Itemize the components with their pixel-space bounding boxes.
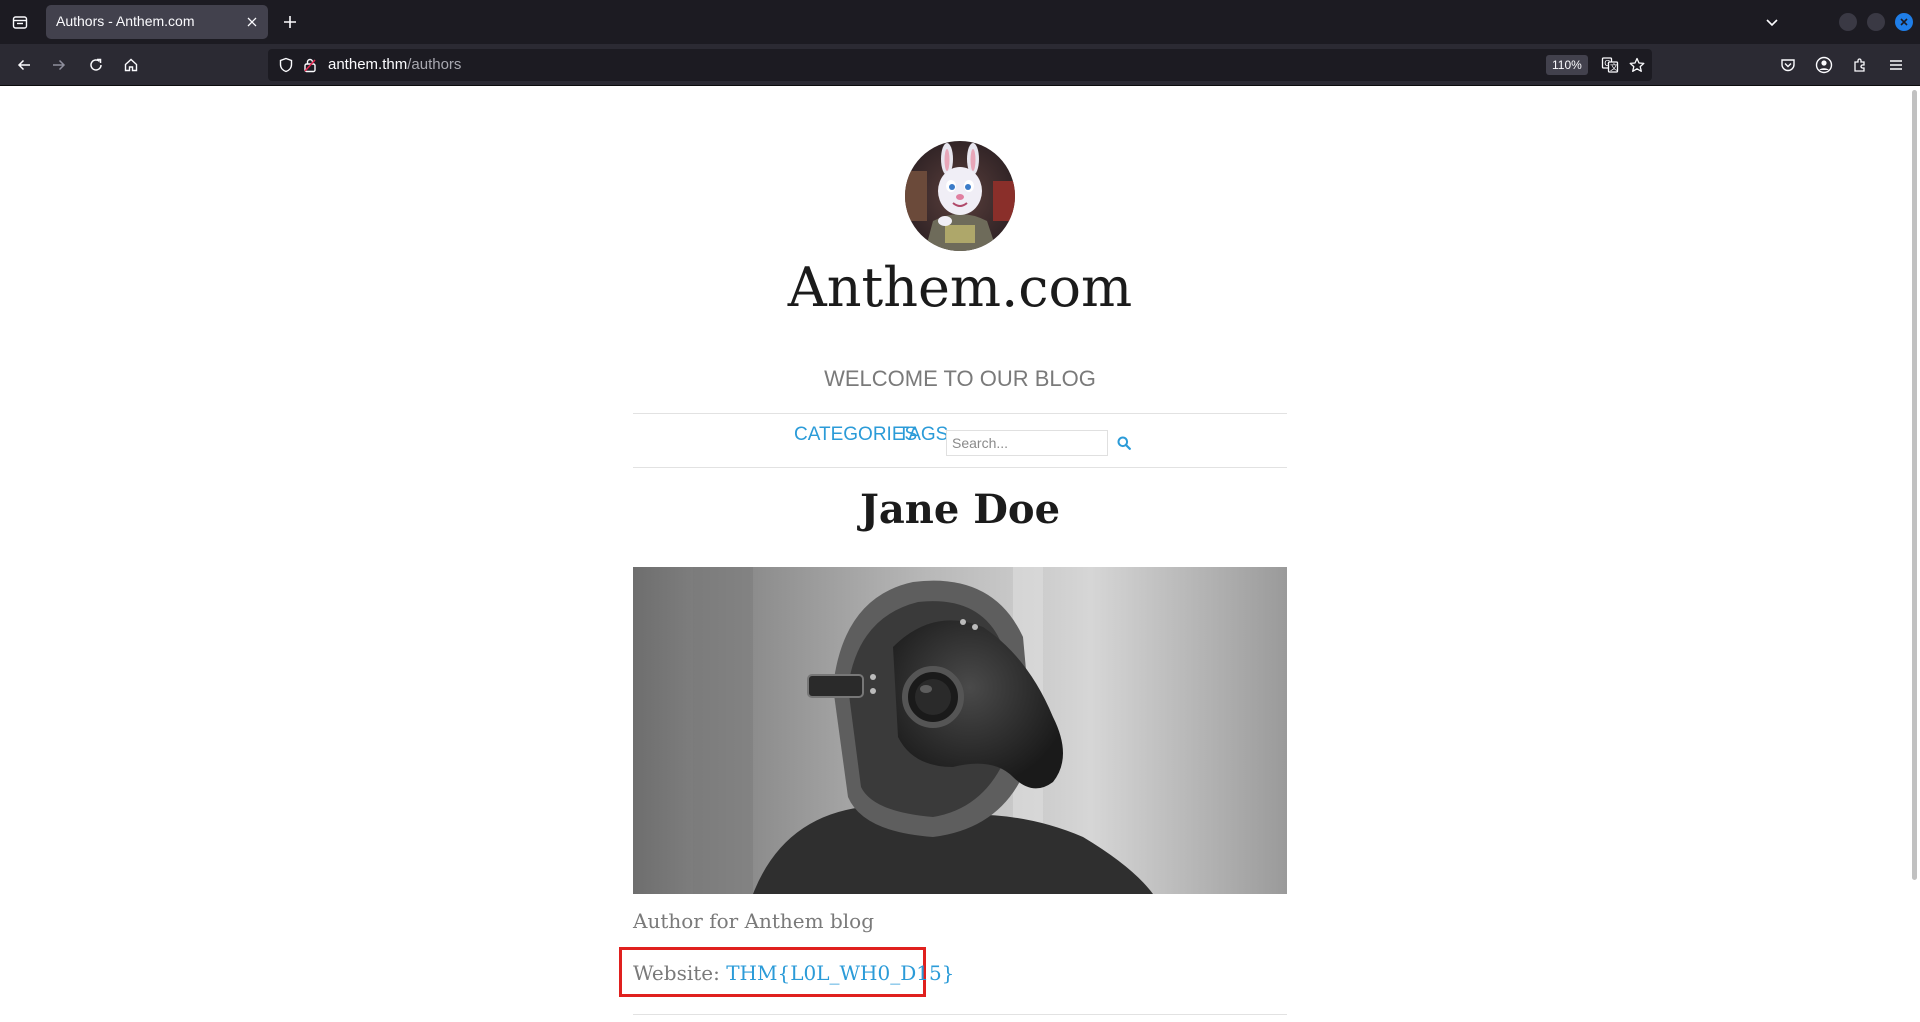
extensions-icon (1854, 58, 1865, 72)
account-button[interactable] (1812, 53, 1836, 77)
tab-list-button[interactable] (8, 10, 32, 34)
list-all-tabs-button[interactable] (1760, 10, 1784, 34)
window-maximize-button[interactable] (1867, 13, 1885, 31)
tab-title: Authors - Anthem.com (56, 13, 195, 29)
tab-strip: Authors - Anthem.com (0, 0, 1920, 44)
menu-bottom-divider (633, 467, 1287, 468)
search-icon (1117, 436, 1131, 450)
pocket-icon (1781, 59, 1795, 72)
tracking-protection-button[interactable] (274, 53, 298, 77)
site-logo-avatar[interactable] (905, 141, 1015, 251)
reload-icon (90, 58, 102, 71)
home-button[interactable] (119, 53, 143, 77)
new-tab-button[interactable] (278, 10, 302, 34)
app-menu-button[interactable] (1884, 53, 1908, 77)
back-button[interactable] (12, 53, 36, 77)
back-arrow-icon (17, 59, 30, 71)
zoom-level-button[interactable]: 110% (1546, 55, 1588, 75)
url-path: /authors (407, 56, 462, 73)
author-photo (633, 567, 1287, 894)
extensions-button[interactable] (1848, 53, 1872, 77)
star-icon (1629, 57, 1645, 72)
forward-button[interactable] (47, 53, 71, 77)
content-bottom-divider (633, 1014, 1287, 1015)
lock-icon (304, 58, 316, 73)
window-minimize-button[interactable] (1839, 13, 1857, 31)
forward-arrow-icon (53, 59, 66, 71)
website-link[interactable]: THM{L0L_WH0_D15} (726, 961, 954, 985)
navigation-toolbar: anthem.thm/authors 110% G文 (0, 44, 1920, 86)
bookmark-star-button[interactable] (1625, 53, 1649, 77)
url-text[interactable]: anthem.thm/authors (328, 56, 461, 73)
plus-icon (284, 16, 296, 28)
pocket-button[interactable] (1776, 53, 1800, 77)
account-icon (1815, 56, 1833, 74)
svg-text:文: 文 (1610, 62, 1618, 72)
site-title[interactable]: Anthem.com (633, 256, 1287, 319)
site-tagline: WELCOME TO OUR BLOG (824, 366, 1096, 391)
address-bar[interactable]: anthem.thm/authors 110% G文 (268, 49, 1652, 81)
web-page: Anthem.com WELCOME TO OUR BLOG CATEGORIE… (0, 86, 1920, 1022)
tab-list-icon (12, 16, 28, 29)
browser-tab[interactable]: Authors - Anthem.com (46, 5, 268, 39)
shield-icon (279, 57, 293, 73)
plague-doctor-image (633, 567, 1287, 894)
author-website: Website: THM{L0L_WH0_D15} (633, 961, 954, 985)
menu-icon (1890, 60, 1902, 70)
search-input[interactable] (946, 430, 1108, 456)
close-icon (1900, 18, 1908, 26)
bunny-avatar-image (905, 141, 1015, 251)
website-label: Website: (633, 961, 720, 985)
author-name: Jane Doe (859, 486, 1061, 533)
chevron-down-icon (1766, 19, 1778, 27)
author-bio: Author for Anthem blog (633, 909, 875, 933)
menu-link-tags[interactable]: TAGS (898, 424, 948, 446)
url-host: anthem.thm (328, 56, 408, 73)
page-scrollbar[interactable] (1912, 90, 1917, 880)
site-security-button[interactable] (298, 53, 322, 77)
translate-button[interactable]: G文 (1598, 53, 1622, 77)
translate-icon: G文 (1601, 57, 1619, 73)
tab-close-button[interactable] (242, 12, 262, 32)
search-button[interactable] (1113, 432, 1135, 454)
close-icon (247, 17, 257, 27)
reload-button[interactable] (84, 53, 108, 77)
window-close-button[interactable] (1895, 13, 1913, 31)
home-icon (124, 58, 138, 72)
